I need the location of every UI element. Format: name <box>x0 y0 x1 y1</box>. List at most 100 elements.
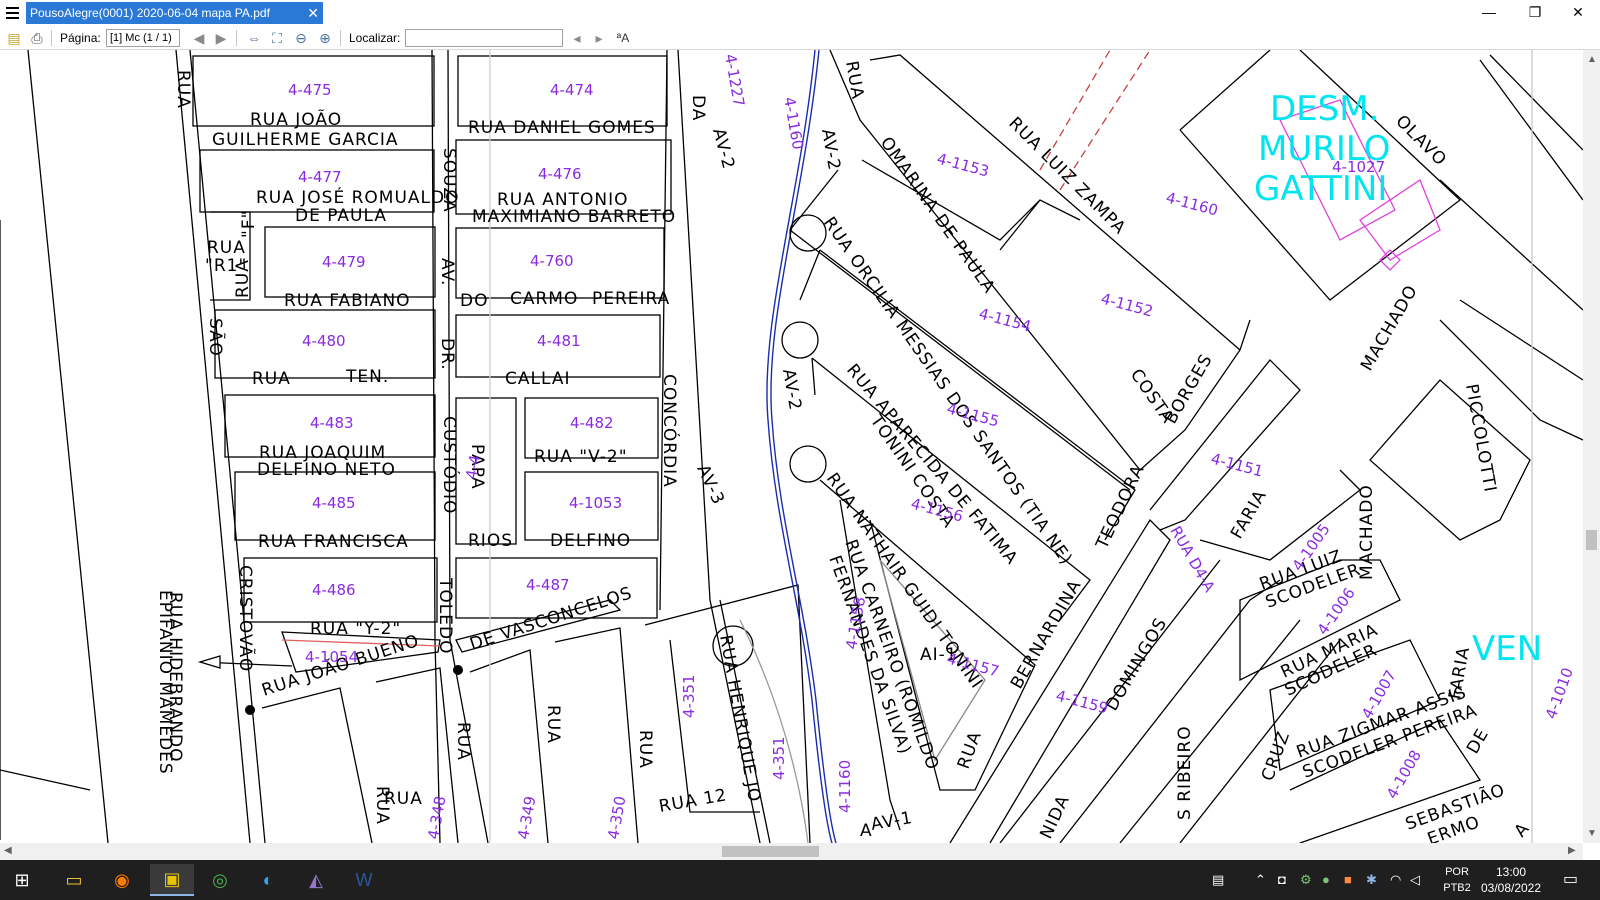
lot-number-label: 4-1027 <box>1332 158 1385 176</box>
previous-page-icon[interactable]: ◀ <box>190 29 208 47</box>
clock-date: 03/08/2022 <box>1480 881 1542 895</box>
bluetooth-icon[interactable]: ✱ <box>1366 872 1377 888</box>
scroll-up-icon[interactable]: ▲ <box>1587 54 1597 65</box>
next-page-icon[interactable]: ▶ <box>212 29 230 47</box>
lot-number-label: 4-1159 <box>1054 686 1110 717</box>
street-label: RUA <box>635 730 655 769</box>
open-file-icon[interactable]: ▤ <box>5 29 23 47</box>
lot-number-label: 4-482 <box>570 414 614 432</box>
street-label: DELFINO <box>550 531 631 551</box>
lot-number-label: 4-1153 <box>935 149 991 180</box>
page-label: Página: <box>60 31 101 45</box>
street-label: NIDA <box>1036 792 1074 842</box>
street-label: S RIBEIRO <box>1175 725 1195 820</box>
street-label: "F" <box>239 210 259 238</box>
street-label: RUA <box>841 59 867 101</box>
street-label: RUA <box>233 259 253 298</box>
scroll-left-icon[interactable]: ◀ <box>4 845 12 856</box>
street-label: AV-3 <box>692 462 728 509</box>
lot-number-label: 4-348 <box>424 795 449 841</box>
lot-number-label: 4-760 <box>530 252 574 270</box>
minimize-button[interactable]: — <box>1466 0 1512 26</box>
street-label: RUA <box>543 705 563 744</box>
street-label: RUA HENRIQUE JO <box>715 633 764 804</box>
lot-number-label: 4-479 <box>322 253 366 271</box>
zoom-in-icon[interactable]: ⊕ <box>316 29 334 47</box>
tray-expand-icon[interactable]: ⌃ <box>1255 872 1266 888</box>
horizontal-scrollbar[interactable]: ◀ ▶ <box>0 843 1583 860</box>
fit-width-icon[interactable]: ⇔ <box>245 29 263 47</box>
street-label: TOLEDO <box>435 577 455 654</box>
keyboard-icon[interactable]: ▤ <box>1212 872 1224 888</box>
lot-number-label: 4-350 <box>604 795 629 841</box>
street-label: RUA JOSÉ ROMUALDO <box>256 186 460 208</box>
street-label: AV-2 <box>708 126 738 172</box>
tab-close-icon[interactable]: ✕ <box>307 2 319 24</box>
start-windows-icon[interactable]: ⊞ <box>0 864 44 896</box>
street-label: CALLAI <box>505 369 570 389</box>
maximize-button[interactable]: ❐ <box>1512 0 1558 26</box>
document-tab-title: PousoAlegre(0001) 2020-06-04 mapa PA.pdf <box>30 6 270 20</box>
toolbar-separator <box>51 30 52 46</box>
match-case-icon[interactable]: ªA <box>614 29 632 47</box>
street-label: CRISTOVÃO <box>235 565 257 672</box>
lot-number-label: 4-475 <box>288 81 332 99</box>
camera-icon[interactable]: ◘ <box>1278 872 1286 887</box>
street-label: SOUZA <box>439 148 459 213</box>
street-label: FARIA <box>1227 486 1271 542</box>
lot-number-label: 4-1154 <box>977 304 1033 335</box>
pdf-reader-icon[interactable]: ▣ <box>150 864 194 896</box>
street-label: 4-1227 <box>721 53 748 108</box>
language-code: POR <box>1445 866 1469 878</box>
toolbar: ▤ ⎙ Página: [1] Mc (1 / 1) ◀ ▶ ⇔ ⛶ ⊖ ⊕ L… <box>0 26 1600 50</box>
street-label: DA <box>688 95 708 121</box>
app-icon[interactable]: ◭ <box>294 864 338 896</box>
scroll-down-icon[interactable]: ▼ <box>1587 828 1597 839</box>
zoom-out-icon[interactable]: ⊖ <box>292 29 310 47</box>
street-label: AV-1 <box>869 808 914 835</box>
scroll-right-icon[interactable]: ▶ <box>1568 845 1576 856</box>
close-window-button[interactable]: ✕ <box>1556 0 1600 26</box>
menu-icon[interactable] <box>3 3 23 23</box>
volume-icon[interactable]: ◁ <box>1410 872 1420 888</box>
street-label: RUA <box>207 238 246 258</box>
lot-number-label: 4-480 <box>302 332 346 350</box>
vertical-scroll-thumb[interactable] <box>1586 530 1597 550</box>
street-label: FARIA <box>1445 645 1474 701</box>
street-label: PEREIRA <box>592 289 670 309</box>
find-next-icon[interactable]: ▸ <box>590 29 608 47</box>
document-tab[interactable]: PousoAlegre(0001) 2020-06-04 mapa PA.pdf… <box>26 2 323 24</box>
vertical-scrollbar[interactable]: ▲ ▼ <box>1583 50 1600 843</box>
notifications-icon[interactable]: ▭ <box>1563 869 1578 889</box>
search-input[interactable] <box>405 29 563 47</box>
horizontal-scroll-thumb[interactable] <box>722 846 819 857</box>
file-explorer-icon[interactable]: ▭ <box>52 864 96 896</box>
clock[interactable]: 13:00 03/08/2022 <box>1480 864 1542 896</box>
street-label: MACHADO <box>1357 282 1422 375</box>
edge-icon[interactable]: ◐ <box>246 864 290 896</box>
whatsapp-icon[interactable]: ● <box>1322 872 1330 887</box>
chrome-icon[interactable]: ◎ <box>198 864 242 896</box>
lot-number-label: 4-487 <box>526 576 570 594</box>
firefox-icon[interactable]: ◉ <box>100 864 144 896</box>
street-label: PICCOLOTTI <box>1461 382 1500 494</box>
page-input[interactable]: [1] Mc (1 / 1) <box>106 29 180 47</box>
language-indicator[interactable]: POR PTB2 <box>1440 864 1474 896</box>
lot-number-label: 4-1160 <box>836 760 854 813</box>
print-icon[interactable]: ⎙ <box>28 29 46 47</box>
street-label: DR. <box>437 338 457 371</box>
lot-number-label: 4-1010 <box>1542 665 1577 721</box>
settings-icon[interactable]: ⚙ <box>1300 872 1312 888</box>
word-icon[interactable]: W <box>342 864 386 896</box>
lot-number-label: 4-1054 <box>305 648 358 666</box>
street-label: AV-2 <box>778 367 805 412</box>
tray-app-icon[interactable]: ■ <box>1344 872 1352 887</box>
lot-number-label: 4-476 <box>538 165 582 183</box>
wifi-icon[interactable]: ◠ <box>1390 872 1401 888</box>
title-bar: PousoAlegre(0001) 2020-06-04 mapa PA.pdf… <box>0 0 1600 26</box>
street-label: A <box>860 821 873 841</box>
find-previous-icon[interactable]: ◂ <box>568 29 586 47</box>
document-canvas[interactable]: RUA RUA JOÃO GUILHERME GARCIA RUA DANIEL GO… <box>0 50 1583 843</box>
fit-page-icon[interactable]: ⛶ <box>268 29 286 47</box>
street-label: BORGES <box>1161 351 1217 428</box>
